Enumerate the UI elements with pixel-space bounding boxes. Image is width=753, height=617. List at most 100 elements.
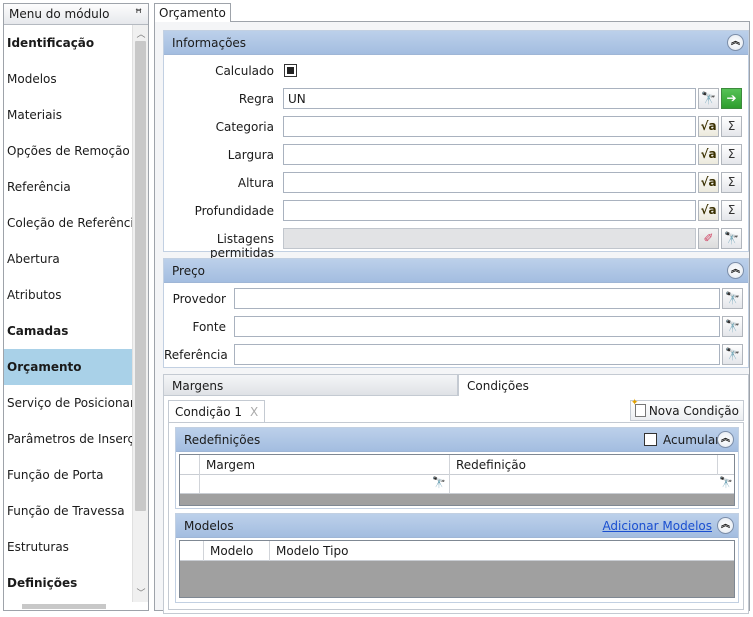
modelos-title: Modelos [184,519,234,533]
nova-condicao-button[interactable]: Nova Condição [629,398,744,421]
module-menu-title: Menu do módulo [9,7,110,21]
collapse-icon[interactable]: ︽ [717,431,734,448]
margem-cell[interactable]: 🔭 [200,475,450,493]
module-menu-scrollbar[interactable]: ︿ ﹀ [132,25,148,602]
binoculars-icon[interactable]: 🔭 [717,475,735,493]
sidebar-item-abertura[interactable]: Abertura [4,241,132,277]
tab-condicoes[interactable]: Condições [458,374,749,396]
redefinicoes-grid: Margem Redefinição 🔭 🔭 [179,454,735,506]
profundidade-input[interactable] [283,200,696,221]
row-header-cell [180,541,204,561]
fonte-row: Fonte 🔭 [164,315,748,343]
eraser-icon[interactable]: ✐ [698,228,719,249]
column-header-redefinicao[interactable]: Redefinição [450,455,718,475]
referencia-label: Referência [164,348,228,362]
main-area: Orçamento Informações ︽ Calculado Regra … [154,3,750,614]
sidebar-item-funcao-de-porta[interactable]: Função de Porta [4,457,132,493]
provedor-label: Provedor [172,292,226,306]
regra-input[interactable]: UN [283,88,696,109]
binoculars-icon[interactable]: 🔭 [722,344,743,365]
binoculars-icon[interactable]: 🔭 [430,475,448,493]
tab-margens[interactable]: Margens [163,374,458,396]
margens-condicoes-tabs: Margens Condições Condição 1 X Nova Condi… [163,374,749,614]
categoria-row: Categoria √a Σ [164,115,748,143]
binoculars-icon[interactable]: 🔭 [722,288,743,309]
regra-row: Regra UN 🔭 ➔ [164,87,748,115]
provedor-row: Provedor 🔭 [164,287,748,315]
redefinicoes-header[interactable]: Redefinições Acumular ︽ [176,428,738,452]
document-tab-strip: Orçamento [154,3,750,23]
binoculars-icon[interactable]: 🔭 [722,316,743,337]
binoculars-icon[interactable]: 🔭 [698,88,719,109]
sidebar-item-opcoes-de-remocao[interactable]: Opções de Remoção [4,133,132,169]
modelos-grid: Modelo Modelo Tipo [179,540,735,598]
fonte-input[interactable] [234,316,720,337]
new-document-icon [631,398,646,417]
altura-input[interactable] [283,172,696,193]
sidebar-item-camadas[interactable]: Camadas [4,313,132,349]
document-tab-orcamento[interactable]: Orçamento [154,3,231,23]
sum-icon[interactable]: Σ [721,200,742,221]
close-icon[interactable]: X [250,405,258,419]
collapse-icon[interactable]: ︽ [717,517,734,534]
column-header-modelo-tipo[interactable]: Modelo Tipo [270,541,390,561]
informacoes-header[interactable]: Informações ︽ [164,31,748,55]
column-header-margem[interactable]: Margem [200,455,450,475]
scroll-down-icon[interactable]: ﹀ [133,586,148,600]
horizontal-scrollbar-thumb[interactable] [22,604,106,609]
sidebar-item-parametros-de-insercao[interactable]: Parâmetros de Inserção [4,421,132,457]
sidebar-item-identificacao[interactable]: Identificação [4,25,132,61]
calculado-checkbox[interactable] [284,64,297,77]
sum-icon[interactable]: Σ [721,172,742,193]
formula-icon[interactable]: √a [698,172,719,193]
sidebar-item-estruturas[interactable]: Estruturas [4,529,132,565]
formula-icon[interactable]: √a [698,144,719,165]
provedor-input[interactable] [234,288,720,309]
scrollbar-thumb[interactable] [135,41,146,511]
referencia-input[interactable] [234,344,720,365]
collapse-icon[interactable]: ︽ [727,262,744,279]
sidebar-item-colecao-de-referencias[interactable]: Coleção de Referências [4,205,132,241]
redefinicao-cell[interactable]: 🔭 [450,475,736,493]
categoria-label: Categoria [215,120,274,134]
preco-title: Preço [172,264,206,278]
sidebar-item-materiais[interactable]: Materiais [4,97,132,133]
pin-icon[interactable]: ꟸ [135,6,142,20]
categoria-input[interactable] [283,116,696,137]
regra-label: Regra [238,92,274,106]
module-menu: Menu do módulo ꟸ Identificação Modelos Mat… [3,3,149,611]
table-row: 🔭 🔭 [180,475,734,494]
listagens-label: Listagens permitidas [209,232,274,260]
redefinicoes-grid-header: Margem Redefinição [180,455,734,475]
modelos-header[interactable]: Modelos Adicionar Modelos ︽ [176,514,738,538]
sidebar-item-definicoes[interactable]: Definições [4,565,132,601]
sidebar-item-servico-de-posicionamento[interactable]: Serviço de Posicionamento [4,385,132,421]
sum-icon[interactable]: Σ [721,144,742,165]
sidebar-item-referencia[interactable]: Referência [4,169,132,205]
adicionar-modelos-link[interactable]: Adicionar Modelos [602,519,712,533]
condicoes-tab-content: Condição 1 X Nova Condição Redefinições A… [163,396,749,614]
nova-condicao-label: Nova Condição [648,404,739,418]
informacoes-panel: Informações ︽ Calculado Regra UN 🔭 ➔ Cat… [163,30,749,260]
binoculars-icon[interactable]: 🔭 [721,228,742,249]
calculado-label: Calculado [215,64,274,78]
acumular-checkbox[interactable] [644,433,657,446]
altura-label: Altura [237,176,274,190]
largura-input[interactable] [283,144,696,165]
formula-icon[interactable]: √a [698,200,719,221]
column-header-modelo[interactable]: Modelo [204,541,270,561]
sidebar-item-modelos[interactable]: Modelos [4,61,132,97]
sidebar-item-atributos[interactable]: Atributos [4,277,132,313]
redefinicoes-panel: Redefinições Acumular ︽ Margem Redefiniç… [175,427,739,509]
collapse-icon[interactable]: ︽ [727,34,744,51]
scroll-up-icon[interactable]: ︿ [133,27,148,41]
sum-icon[interactable]: Σ [721,116,742,137]
formula-icon[interactable]: √a [698,116,719,137]
preco-header[interactable]: Preço ︽ [164,259,748,283]
sidebar-item-orcamento[interactable]: Orçamento [4,349,132,385]
condicao-1-tab[interactable]: Condição 1 X [168,400,266,422]
go-arrow-icon[interactable]: ➔ [721,88,742,109]
row-header-cell [180,455,200,475]
row-header-cell[interactable] [180,475,200,493]
sidebar-item-funcao-de-travessa[interactable]: Função de Travessa [4,493,132,529]
